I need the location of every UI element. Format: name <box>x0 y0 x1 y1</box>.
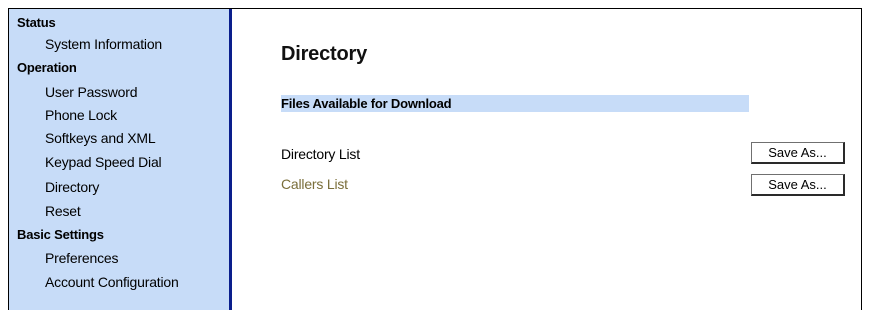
sidebar-item-preferences[interactable]: Preferences <box>45 250 118 266</box>
sidebar-item-phone-lock[interactable]: Phone Lock <box>45 107 117 123</box>
sidebar-item-reset[interactable]: Reset <box>45 203 81 219</box>
sidebar-nav: Status System Information Operation User… <box>9 9 232 310</box>
section-header-bar: Files Available for Download <box>281 95 749 112</box>
section-title: Files Available for Download <box>281 96 452 111</box>
web-ui-frame: Status System Information Operation User… <box>8 8 862 310</box>
directory-list-label: Directory List <box>281 146 360 162</box>
sidebar-item-softkeys-and-xml[interactable]: Softkeys and XML <box>45 130 156 146</box>
callers-list-label: Callers List <box>281 176 348 192</box>
page-title: Directory <box>281 43 368 65</box>
main-content: Directory Files Available for Download D… <box>232 9 861 310</box>
sidebar-item-system-information[interactable]: System Information <box>45 36 162 52</box>
sidebar-item-user-password[interactable]: User Password <box>45 84 138 100</box>
nav-group-status: Status <box>17 15 56 30</box>
nav-group-operation: Operation <box>17 60 77 75</box>
sidebar-item-keypad-speed-dial[interactable]: Keypad Speed Dial <box>45 154 162 170</box>
nav-group-basic-settings: Basic Settings <box>17 227 104 242</box>
sidebar-item-account-configuration[interactable]: Account Configuration <box>45 274 179 290</box>
save-directory-list-button[interactable]: Save As... <box>751 142 845 164</box>
save-callers-list-button[interactable]: Save As... <box>751 174 845 196</box>
sidebar-item-directory[interactable]: Directory <box>45 179 99 195</box>
